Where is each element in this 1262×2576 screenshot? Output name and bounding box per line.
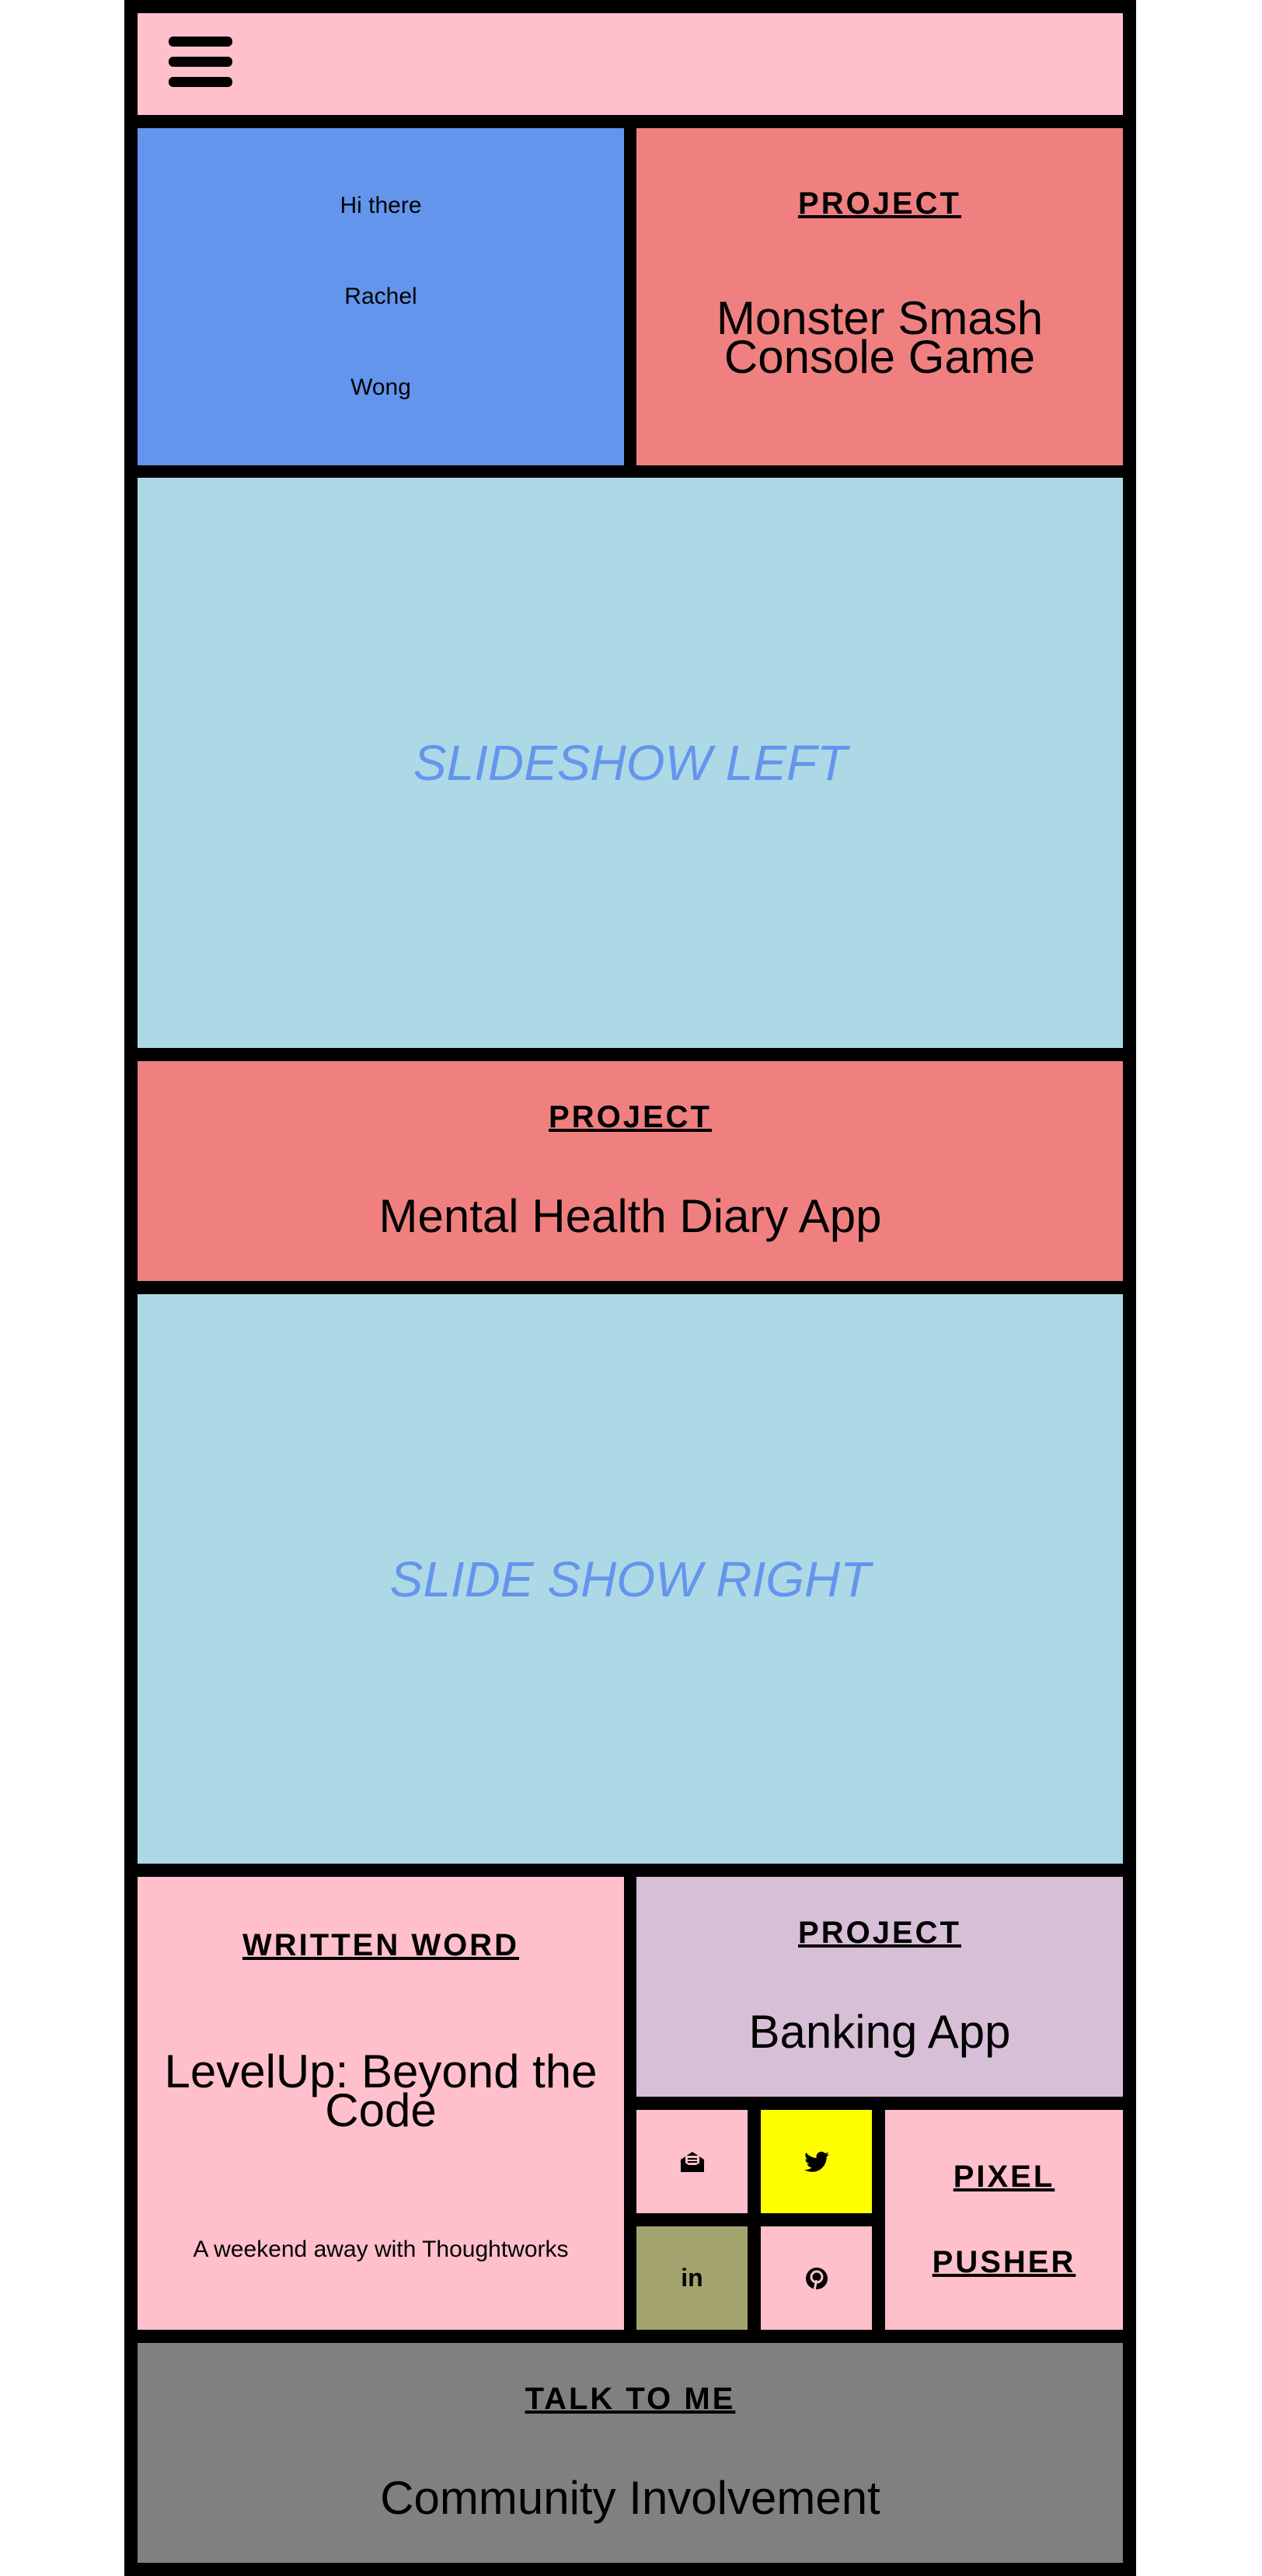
- intro-greeting: Hi there: [340, 193, 422, 218]
- page-frame: Hi there Rachel Wong PROJECT Monster Sma…: [124, 0, 1136, 2576]
- written-word-eyebrow: WRITTEN WORD: [242, 1928, 519, 1962]
- project-title: Mental Health Diary App: [378, 1190, 882, 1242]
- twitter-link[interactable]: [761, 2110, 872, 2213]
- talk-to-me-eyebrow: TALK TO ME: [525, 2382, 736, 2416]
- project-card-banking[interactable]: PROJECT Banking App: [636, 1877, 1123, 2097]
- talk-to-me-card[interactable]: TALK TO ME Community Involvement: [138, 2343, 1123, 2563]
- pixel-pusher-line2: PUSHER: [932, 2244, 1076, 2279]
- intro-first-name: Rachel: [344, 284, 417, 309]
- twitter-bird-icon: [804, 2151, 829, 2172]
- slideshow-left[interactable]: SLIDESHOW LEFT: [138, 478, 1123, 1048]
- slideshow-right[interactable]: SLIDE SHOW RIGHT: [138, 1294, 1123, 1864]
- slideshow-right-label: SLIDE SHOW RIGHT: [389, 1551, 871, 1607]
- linkedin-link[interactable]: in: [636, 2226, 748, 2330]
- slideshow-left-label: SLIDESHOW LEFT: [413, 735, 848, 791]
- pixel-pusher-card[interactable]: PIXEL PUSHER: [885, 2110, 1123, 2330]
- project-eyebrow: PROJECT: [798, 186, 961, 221]
- hamburger-menu-icon[interactable]: [169, 37, 232, 97]
- intro-card: Hi there Rachel Wong: [138, 128, 624, 465]
- pinterest-icon: [805, 2267, 828, 2289]
- intro-last-name: Wong: [350, 374, 411, 400]
- project-eyebrow: PROJECT: [549, 1100, 712, 1134]
- written-word-subtitle: A weekend away with Thoughtworks: [193, 2237, 569, 2262]
- email-link[interactable]: [636, 2110, 748, 2213]
- pinterest-link[interactable]: [761, 2226, 872, 2330]
- project-card-mental-health[interactable]: PROJECT Mental Health Diary App: [138, 1061, 1123, 1281]
- talk-to-me-title: Community Involvement: [380, 2472, 880, 2524]
- project-title: Banking App: [748, 2006, 1011, 2058]
- project-eyebrow: PROJECT: [798, 1916, 961, 1950]
- project-card-monster-smash[interactable]: PROJECT Monster Smash Console Game: [636, 128, 1123, 465]
- project-title: Monster Smash Console Game: [716, 292, 1044, 383]
- linkedin-icon: in: [681, 2264, 703, 2292]
- written-word-title: LevelUp: Beyond the Code: [164, 2045, 598, 2136]
- pixel-pusher-line1: PIXEL: [953, 2160, 1055, 2195]
- header-bar: [138, 13, 1123, 115]
- written-word-card[interactable]: WRITTEN WORD LevelUp: Beyond the Code A …: [138, 1877, 624, 2330]
- envelope-open-icon: [679, 2151, 705, 2172]
